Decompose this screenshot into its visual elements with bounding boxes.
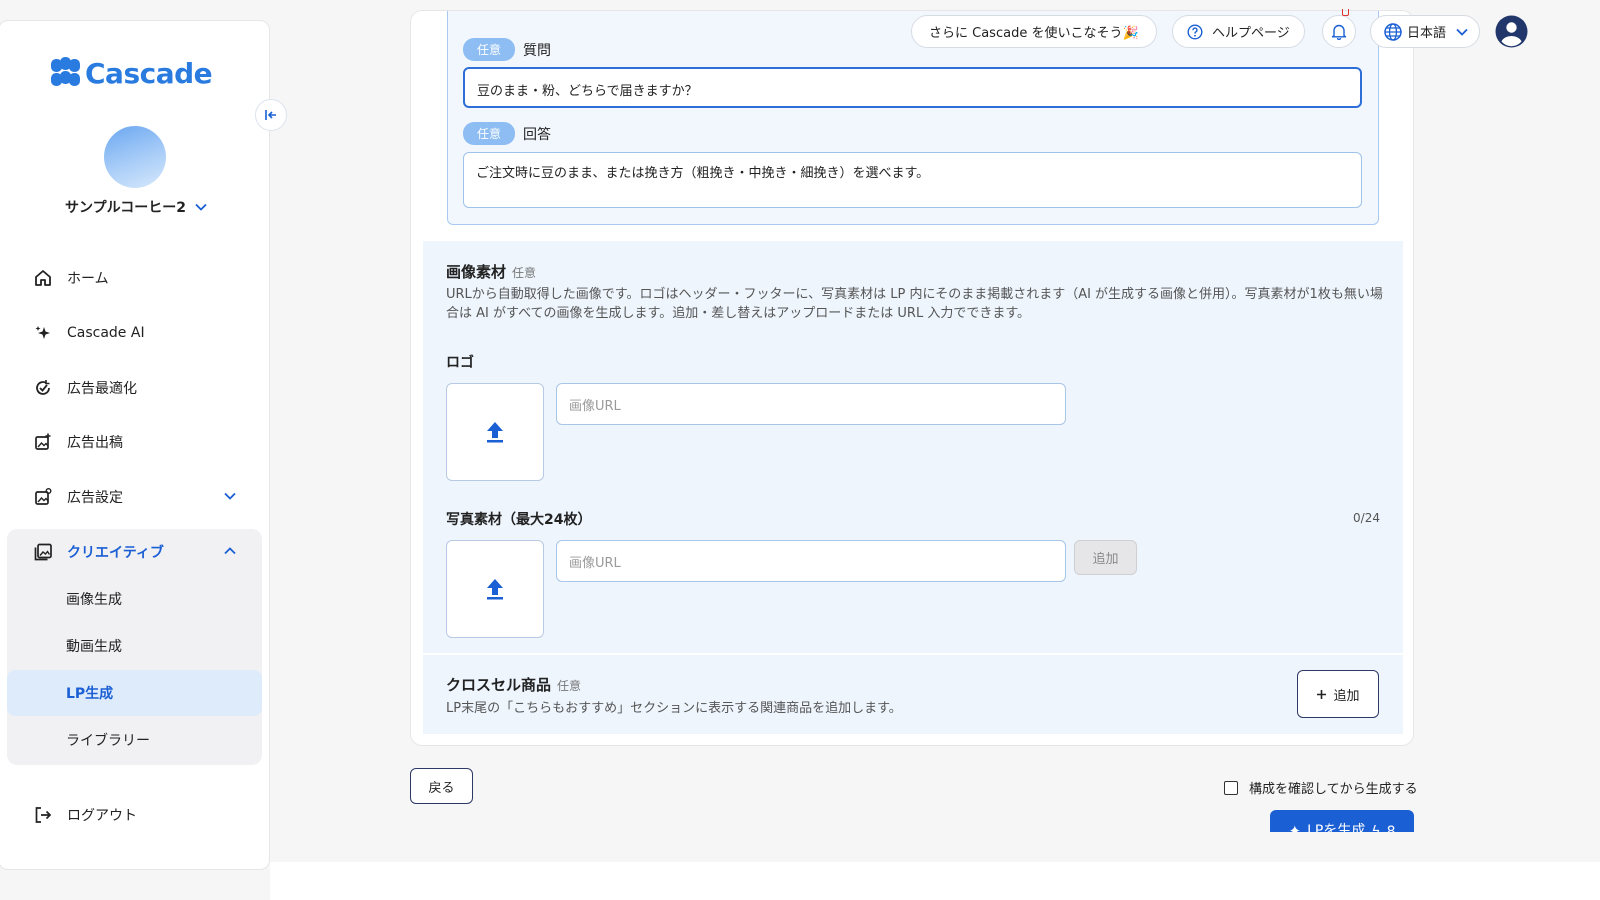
lightning-icon: ϟ [1371, 824, 1381, 832]
cascade-logo-icon [51, 56, 81, 89]
gallery-icon [33, 542, 53, 562]
image-assets-section: 画像素材 任意 URLから自動取得した画像です。ロゴはヘッダー・フッターに、写真素… [423, 241, 1403, 653]
sidebar-item-label: 広告設定 [67, 490, 123, 506]
sidebar-item-label: Cascade AI [67, 325, 145, 341]
sidebar-item-image-gen[interactable]: 画像生成 [7, 576, 262, 622]
question-input[interactable]: 豆のまま・粉、どちらで届きますか？ [463, 67, 1362, 108]
sidebar-item-label: LP生成 [66, 686, 114, 702]
answer-label-row: 任意 回答 [463, 122, 551, 145]
photo-upload-button[interactable] [446, 540, 544, 638]
generate-lp-button[interactable]: ✦ LPを生成 ϟ 8 [1270, 810, 1414, 832]
back-button[interactable]: 戻る [410, 768, 473, 804]
sidebar-item-creative[interactable]: クリエイティブ [9, 529, 263, 575]
logo-label: ロゴ [446, 355, 474, 371]
image-settings-icon [33, 487, 53, 507]
help-circle-icon [1187, 23, 1203, 40]
generate-label: LPを生成 [1307, 823, 1366, 832]
collapse-left-icon [265, 110, 276, 120]
credit-count: 8 [1386, 824, 1396, 832]
sparkle-icon: ✦ [1288, 822, 1302, 832]
user-avatar-icon [1495, 15, 1528, 48]
sidebar-item-label: 動画生成 [66, 639, 122, 655]
chevron-up-icon [224, 547, 236, 555]
sidebar-item-home[interactable]: ホーム [9, 255, 263, 301]
upload-icon [487, 422, 503, 443]
sidebar-item-ad-optimization[interactable]: 広告最適化 [9, 365, 263, 411]
answer-label: 回答 [523, 126, 552, 143]
sidebar-item-label: 広告出稿 [67, 435, 123, 451]
account-switcher[interactable]: サンプルコーヒー2 [65, 197, 208, 217]
globe-icon [1384, 22, 1402, 41]
photo-add-button[interactable]: 追加 [1074, 540, 1137, 575]
question-label: 質問 [523, 42, 552, 59]
image-assets-title: 画像素材 [446, 263, 507, 281]
confirm-before-generate[interactable]: 構成を確認してから生成する [1224, 778, 1418, 797]
photos-label: 写真素材（最大24枚） [446, 512, 592, 528]
sidebar-item-library[interactable]: ライブラリー [7, 717, 262, 763]
cross-sell-add-label: 追加 [1333, 688, 1360, 704]
photos-count: 0/24 [1353, 511, 1380, 525]
cross-sell-description: LP末尾の「こちらもおすすめ」セクションに表示する関連商品を追加します。 [446, 701, 902, 716]
refresh-check-icon [33, 378, 53, 398]
sidebar-item-label: クリエイティブ [67, 545, 164, 561]
optional-label: 任意 [512, 266, 537, 280]
plus-icon [1317, 689, 1327, 699]
home-icon [33, 268, 53, 288]
cross-sell-section: クロスセル商品 任意 LP末尾の「こちらもおすすめ」セクションに表示する関連商品を… [423, 655, 1403, 734]
chevron-down-icon [1456, 28, 1468, 36]
optional-tag: 任意 [463, 122, 516, 145]
account-avatar[interactable] [104, 126, 166, 188]
language-label: 日本語 [1407, 26, 1447, 41]
user-menu-button[interactable] [1495, 15, 1528, 48]
logo-url-input[interactable]: 画像URL [556, 383, 1066, 425]
help-label: ヘルプページ [1212, 26, 1290, 41]
chevron-down-icon [224, 492, 236, 500]
upload-icon [487, 579, 503, 600]
photo-url-input[interactable]: 画像URL [556, 540, 1066, 582]
language-selector[interactable]: 日本語 [1370, 15, 1480, 48]
notification-badge [1342, 9, 1349, 16]
cross-sell-add-button[interactable]: 追加 [1297, 670, 1379, 718]
sidebar-item-lp-gen[interactable]: LP生成 [7, 670, 262, 716]
answer-textarea[interactable]: ご注文時に豆のまま、または挽き方（粗挽き・中挽き・細挽き）を選べます。 [463, 152, 1362, 208]
sidebar: Cascade サンプルコーヒー2 ホーム Cascade AI 広告最適化 広… [0, 20, 270, 870]
confirm-checkbox[interactable] [1224, 780, 1238, 795]
brand-logo[interactable]: Cascade [51, 56, 213, 90]
collapse-sidebar-button[interactable] [255, 99, 287, 131]
confirm-label: 構成を確認してから生成する [1249, 782, 1418, 797]
account-name: サンプルコーヒー2 [65, 200, 187, 216]
logo-upload-button[interactable] [446, 383, 544, 481]
sidebar-item-cascade-ai[interactable]: Cascade AI [9, 310, 263, 356]
bottom-strip [270, 862, 1600, 900]
logout-icon [33, 805, 53, 825]
sidebar-item-logout[interactable]: ログアウト [9, 792, 263, 838]
sidebar-item-label: ライブラリー [66, 733, 150, 749]
question-label-row: 任意 質問 [463, 38, 551, 61]
chevron-down-icon [195, 203, 207, 211]
promo-label: さらに Cascade を使いこなそう🎉 [929, 26, 1139, 41]
brand-name: Cascade [85, 57, 213, 90]
sparkle-icon [33, 323, 53, 343]
sidebar-item-ad-settings[interactable]: 広告設定 [9, 474, 263, 520]
sidebar-item-video-gen[interactable]: 動画生成 [7, 623, 262, 669]
image-assets-heading: 画像素材 任意 [446, 261, 536, 282]
sidebar-item-label: 画像生成 [66, 592, 122, 608]
promo-button[interactable]: さらに Cascade を使いこなそう🎉 [911, 15, 1157, 48]
sidebar-item-label: 広告最適化 [67, 381, 137, 397]
sidebar-item-label: ログアウト [67, 808, 137, 824]
cross-sell-heading: クロスセル商品 任意 [446, 674, 581, 695]
sidebar-item-label: ホーム [67, 271, 109, 287]
help-page-button[interactable]: ヘルプページ [1172, 15, 1305, 48]
image-add-icon [33, 432, 53, 452]
cross-sell-title: クロスセル商品 [446, 676, 552, 694]
optional-label: 任意 [557, 679, 582, 693]
notifications-button[interactable] [1322, 15, 1356, 48]
lp-form-card: 任意 質問 豆のまま・粉、どちらで届きますか？ 任意 回答 ご注文時に豆のまま、… [410, 10, 1414, 746]
sidebar-item-ad-post[interactable]: 広告出稿 [9, 419, 263, 465]
bell-icon [1331, 24, 1347, 40]
image-assets-description: URLから自動取得した画像です。ロゴはヘッダー・フッターに、写真素材は LP 内… [446, 287, 1383, 321]
optional-tag: 任意 [463, 38, 516, 61]
